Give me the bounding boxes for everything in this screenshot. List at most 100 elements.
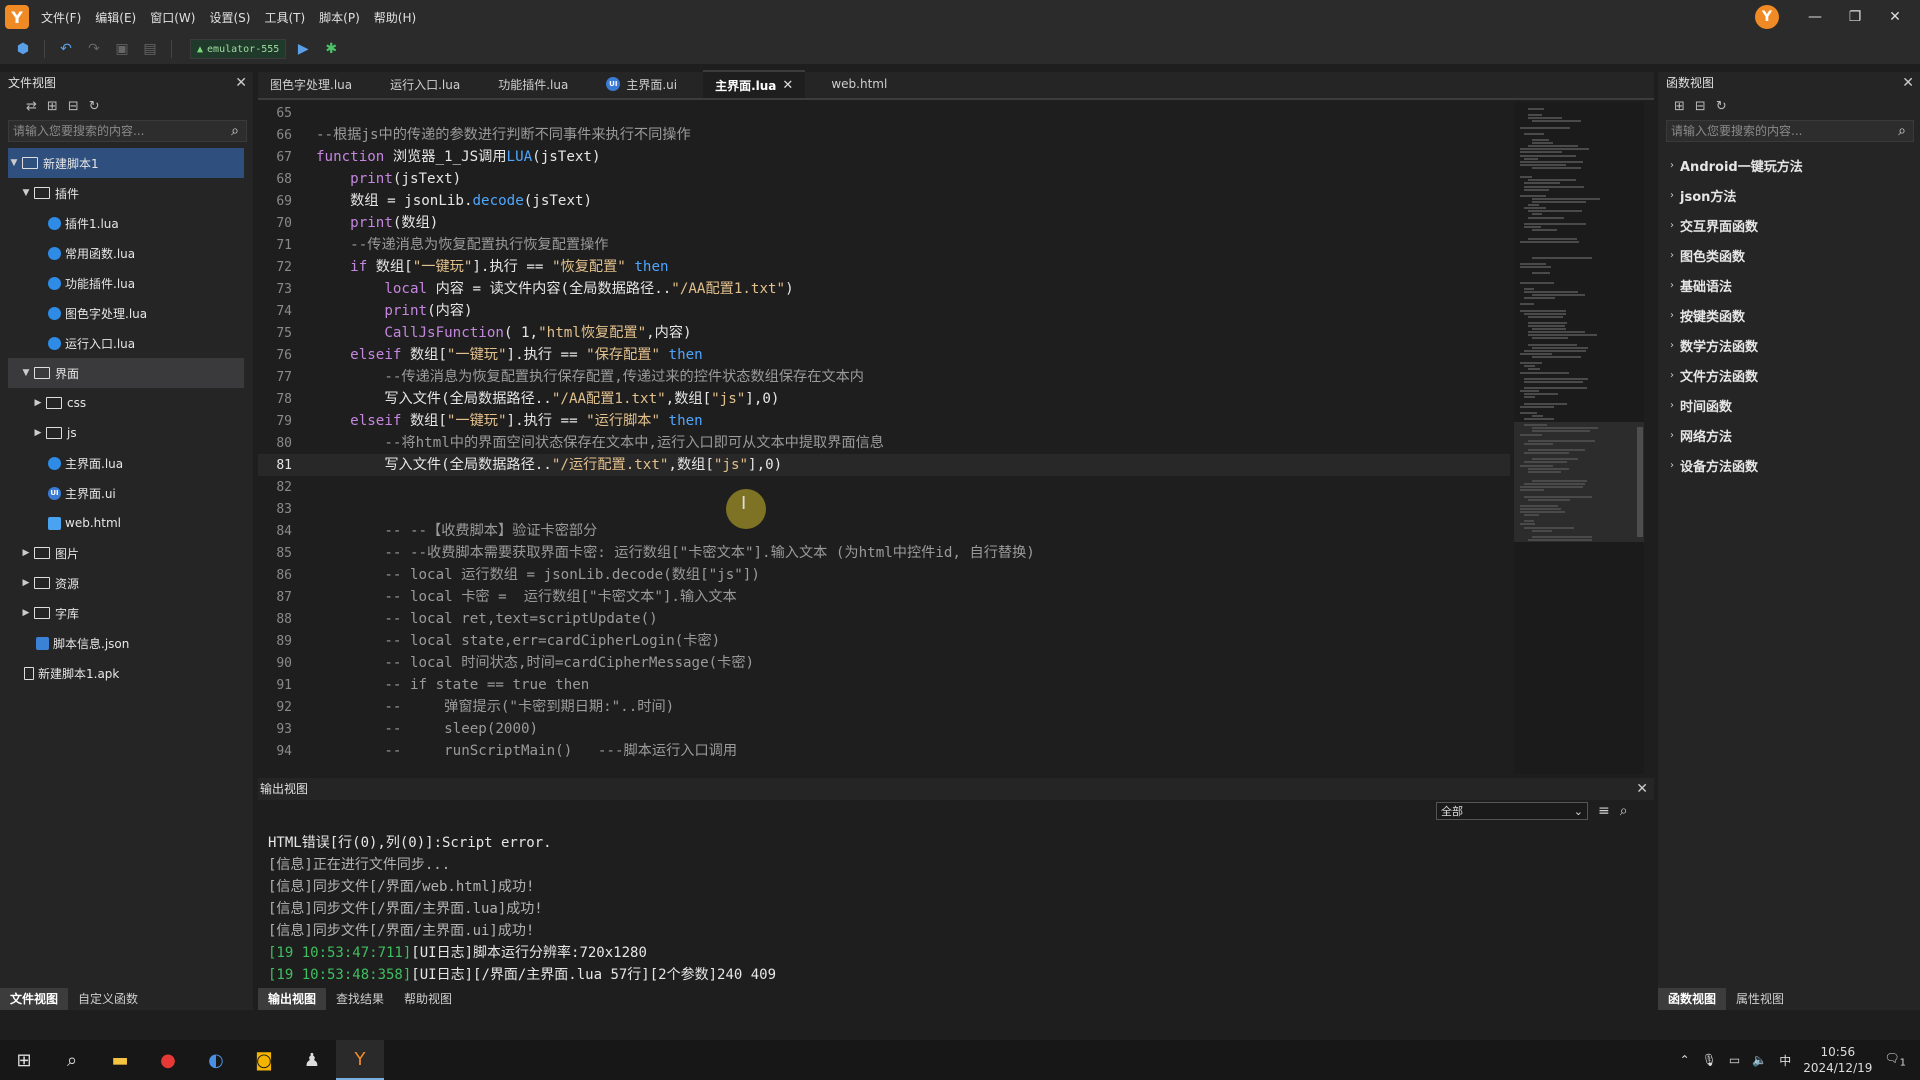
code-line[interactable]: 70 print(数组): [258, 212, 1510, 234]
code-line[interactable]: 66 --根据js中的传递的参数进行判断不同事件来执行不同操作: [258, 124, 1510, 146]
code-line[interactable]: 67 function 浏览器_1_JS调用LUA(jsText): [258, 146, 1510, 168]
menu-help[interactable]: 帮助(H): [374, 9, 416, 26]
minimap[interactable]: [1514, 102, 1644, 774]
tab-find-results[interactable]: 查找结果: [326, 988, 394, 1010]
function-category[interactable]: › 设备方法函数: [1658, 450, 1920, 480]
code-line[interactable]: 68 print(jsText): [258, 168, 1510, 190]
caret-right-icon[interactable]: ▶: [32, 398, 44, 408]
tree-item[interactable]: ▼ 界面: [8, 358, 244, 388]
tree-item[interactable]: UI 主界面.ui: [8, 478, 244, 508]
editor-tab[interactable]: 功能插件.lua: [486, 70, 580, 98]
file-search-input[interactable]: [9, 121, 224, 141]
code-line[interactable]: 72 if 数组["一键玩"].执行 == "恢复配置" then: [258, 256, 1510, 278]
editor-tab[interactable]: 主界面.lua ✕: [703, 70, 806, 98]
function-category[interactable]: › 按键类函数: [1658, 300, 1920, 330]
collapse-all-icon[interactable]: ⊟: [1695, 99, 1706, 114]
close-tab-icon[interactable]: ✕: [782, 78, 793, 93]
menu-script[interactable]: 脚本(P): [319, 9, 360, 26]
tree-item[interactable]: 常用函数.lua: [8, 238, 244, 268]
code-line[interactable]: 88 -- local ret,text=scriptUpdate(): [258, 608, 1510, 630]
code-editor[interactable]: 65 66 --根据js中的传递的参数进行判断不同事件来执行不同操作 67 functi…: [258, 102, 1510, 774]
new-project-icon[interactable]: ⬢: [12, 38, 34, 60]
editor-scrollbar[interactable]: [1637, 427, 1643, 537]
menu-window[interactable]: 窗口(W): [150, 9, 195, 26]
device-selector[interactable]: ▲ emulator-555: [190, 39, 287, 59]
function-category[interactable]: › 交互界面函数: [1658, 210, 1920, 240]
tree-item[interactable]: 功能插件.lua: [8, 268, 244, 298]
tab-output-view[interactable]: 输出视图: [258, 988, 327, 1010]
editor-tab[interactable]: web.html: [819, 70, 899, 98]
save-all-icon[interactable]: ▤: [139, 38, 161, 60]
function-search-input[interactable]: [1667, 121, 1891, 141]
collapse-all-icon[interactable]: ⊟: [68, 99, 79, 114]
sync-arrows-icon[interactable]: ⇄: [26, 99, 37, 114]
tab-file-view[interactable]: 文件视图: [0, 988, 69, 1010]
code-line[interactable]: 87 -- local 卡密 = 运行数组["卡密文本"].输入文本: [258, 586, 1510, 608]
windows-start-icon[interactable]: ⊞: [0, 1040, 48, 1080]
caret-down-icon[interactable]: ▼: [8, 158, 20, 168]
ime-indicator[interactable]: 中: [1779, 1052, 1791, 1069]
browser-icon[interactable]: ◐: [192, 1040, 240, 1080]
tree-item[interactable]: ▶ 字库: [8, 598, 244, 628]
record-icon[interactable]: ●: [144, 1040, 192, 1080]
tree-item[interactable]: 插件1.lua: [8, 208, 244, 238]
code-line[interactable]: 89 -- local state,err=cardCipherLogin(卡密…: [258, 630, 1510, 652]
close-panel-icon[interactable]: ✕: [235, 72, 247, 94]
code-line[interactable]: 78 写入文件(全局数据路径.."/AA配置1.txt",数组["js"],0): [258, 388, 1510, 410]
close-function-panel-icon[interactable]: ✕: [1902, 72, 1914, 94]
tree-item[interactable]: 主界面.lua: [8, 448, 244, 478]
menu-settings[interactable]: 设置(S): [209, 9, 250, 26]
network-icon[interactable]: ▭: [1729, 1053, 1740, 1067]
search-icon[interactable]: ⌕: [1891, 123, 1913, 139]
caret-right-icon[interactable]: ▶: [32, 428, 44, 438]
run-icon[interactable]: ▶: [292, 38, 314, 60]
function-category[interactable]: › 网络方法: [1658, 420, 1920, 450]
refresh-icon[interactable]: ↻: [1716, 99, 1727, 114]
code-line[interactable]: 80 --将html中的界面空间状态保存在文本中,运行入口即可从文本中提取界面信…: [258, 432, 1510, 454]
caret-down-icon[interactable]: ▼: [20, 368, 32, 378]
code-line[interactable]: 73 local 内容 = 读文件内容(全局数据路径.."/AA配置1.txt"…: [258, 278, 1510, 300]
code-line[interactable]: 71 --传递消息为恢复配置执行恢复配置操作: [258, 234, 1510, 256]
function-category[interactable]: › 基础语法: [1658, 270, 1920, 300]
tab-property-view[interactable]: 属性视图: [1726, 988, 1794, 1010]
code-line[interactable]: 74 print(内容): [258, 300, 1510, 322]
user-avatar[interactable]: Y: [1755, 5, 1779, 29]
caret-right-icon[interactable]: ▶: [20, 548, 32, 558]
caret-down-icon[interactable]: ▼: [20, 188, 32, 198]
tree-item[interactable]: ▶ 资源: [8, 568, 244, 598]
notification-icon[interactable]: 🗨1: [1884, 1051, 1906, 1068]
tree-item[interactable]: ▼ 新建脚本1: [8, 148, 244, 178]
code-line[interactable]: 92 -- 弹窗提示("卡密到期日期:"..时间): [258, 696, 1510, 718]
code-line[interactable]: 86 -- local 运行数组 = jsonLib.decode(数组["js…: [258, 564, 1510, 586]
tab-help-view[interactable]: 帮助视图: [394, 988, 462, 1010]
editor-tab[interactable]: UI 主界面.ui: [594, 70, 689, 98]
editor-tab[interactable]: 运行入口.lua: [378, 70, 472, 98]
tree-item[interactable]: 图色字处理.lua: [8, 298, 244, 328]
debug-bug-icon[interactable]: ✱: [320, 38, 342, 60]
code-line[interactable]: 65: [258, 102, 1510, 124]
code-line[interactable]: 91 -- if state == true then: [258, 674, 1510, 696]
search-output-icon[interactable]: ⌕: [1620, 803, 1628, 819]
tree-item[interactable]: web.html: [8, 508, 244, 538]
code-line[interactable]: 77 --传递消息为恢复配置执行保存配置,传递过来的控件状态数组保存在文本内: [258, 366, 1510, 388]
code-line[interactable]: 93 -- sleep(2000): [258, 718, 1510, 740]
tree-item[interactable]: ▶ 图片: [8, 538, 244, 568]
redo-icon[interactable]: ↷: [83, 38, 105, 60]
function-category[interactable]: › 文件方法函数: [1658, 360, 1920, 390]
code-line[interactable]: 75 CallJsFunction( 1,"html恢复配置",内容): [258, 322, 1510, 344]
code-line[interactable]: 82: [258, 476, 1510, 498]
code-line[interactable]: 81 写入文件(全局数据路径.."/运行配置.txt",数组["js"],0): [258, 454, 1510, 476]
tree-item[interactable]: ▼ 插件: [8, 178, 244, 208]
tab-custom-functions[interactable]: 自定义函数: [68, 988, 148, 1010]
menu-tools[interactable]: 工具(T): [264, 9, 305, 26]
tree-item[interactable]: ▶ css: [8, 388, 244, 418]
caret-right-icon[interactable]: ▶: [20, 608, 32, 618]
menu-file[interactable]: 文件(F): [41, 9, 81, 26]
function-category[interactable]: › 图色类函数: [1658, 240, 1920, 270]
tree-item[interactable]: ▶ js: [8, 418, 244, 448]
code-line[interactable]: 84 -- --【收费脚本】验证卡密部分: [258, 520, 1510, 542]
undo-icon[interactable]: ↶: [55, 38, 77, 60]
tree-item[interactable]: 脚本信息.json: [8, 628, 244, 658]
function-category[interactable]: › Android一键玩方法: [1658, 150, 1920, 180]
expand-all-icon[interactable]: ⊞: [1674, 99, 1685, 114]
